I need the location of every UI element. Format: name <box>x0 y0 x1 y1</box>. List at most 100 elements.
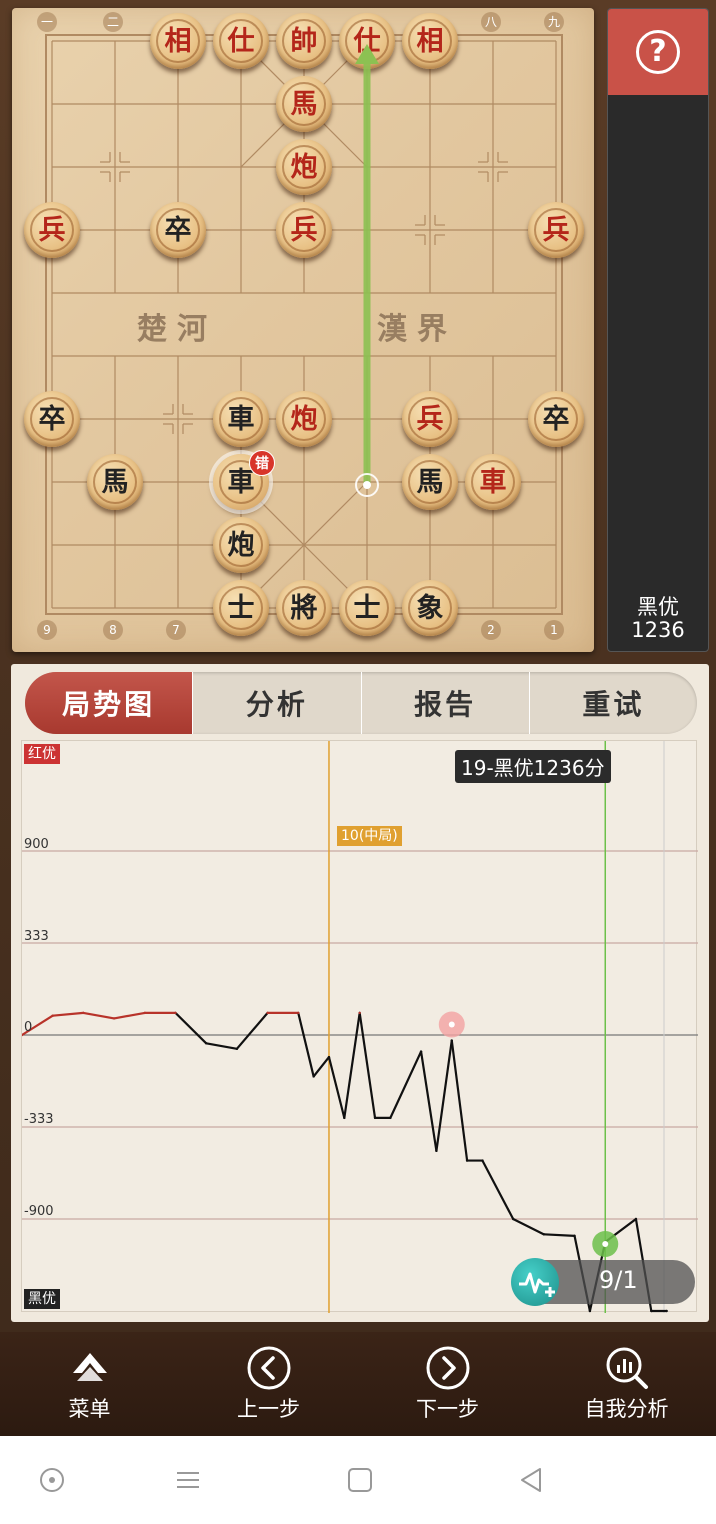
piece-label: 車 <box>227 403 255 435</box>
data-point <box>481 1159 484 1162</box>
data-point <box>174 1011 177 1015</box>
piece-label: 士 <box>353 592 381 624</box>
tab-trend-chart[interactable]: 局势图 <box>25 672 193 734</box>
back-triangle-icon <box>521 1468 541 1492</box>
y-tick-label: -900 <box>24 1204 54 1219</box>
piece-label: 兵 <box>38 214 66 246</box>
series-segment <box>205 1042 238 1050</box>
score-tooltip: 19-黑优1236分 <box>455 750 611 783</box>
self-analysis-button[interactable]: 自我分析 <box>537 1332 716 1436</box>
error-badge: 错 <box>249 450 275 476</box>
tab-bar: 局势图 分析 报告 重试 <box>25 672 697 734</box>
file-number-bottom: 9 <box>37 620 57 640</box>
data-point <box>650 1309 653 1313</box>
piece-label: 相 <box>416 25 444 57</box>
data-point <box>511 1217 515 1221</box>
y-tick-label: 0 <box>24 1020 33 1035</box>
help-button[interactable]: ? <box>608 9 708 95</box>
piece-red[interactable]: 兵 <box>276 202 332 258</box>
piece-red[interactable]: 車 <box>465 454 521 510</box>
home-button[interactable] <box>340 1460 380 1500</box>
piece-label: 卒 <box>542 403 570 435</box>
piece-label: 車 <box>227 466 255 498</box>
menu-lines-icon <box>177 1472 199 1488</box>
piece-red[interactable]: 相 <box>402 13 458 69</box>
data-point <box>542 1233 546 1236</box>
trend-chart[interactable]: 红优 黑优 900 333 0 -333 -900 10(中局) 19-黑优12… <box>21 740 698 1313</box>
tab-analysis[interactable]: 分析 <box>192 672 360 734</box>
system-nav-bar <box>0 1436 716 1524</box>
series-segment <box>389 1050 423 1119</box>
tab-report[interactable]: 报告 <box>360 672 529 734</box>
eval-score: 1236 <box>631 618 685 642</box>
data-point <box>312 1075 315 1078</box>
data-point <box>465 1159 469 1162</box>
piece-red[interactable]: 炮 <box>276 391 332 447</box>
piece-black[interactable]: 馬 <box>402 454 458 510</box>
recent-apps-button[interactable] <box>168 1460 208 1500</box>
piece-red[interactable]: 兵 <box>528 202 584 258</box>
prev-step-button[interactable]: 上一步 <box>179 1332 358 1436</box>
piece-black[interactable]: 卒 <box>150 202 206 258</box>
data-point <box>266 1011 269 1015</box>
black-advantage-tag: 黑优 <box>24 1289 60 1309</box>
data-point <box>573 1234 576 1238</box>
pager[interactable]: 9/1 <box>511 1258 695 1306</box>
data-point <box>373 1116 377 1120</box>
back-button[interactable] <box>512 1460 552 1500</box>
piece-label: 炮 <box>290 403 318 435</box>
piece-red[interactable]: 仕 <box>339 13 395 69</box>
piece-red[interactable]: 炮 <box>276 139 332 195</box>
piece-label: 兵 <box>290 214 318 246</box>
piece-black[interactable]: 士 <box>213 580 269 636</box>
circle-dot-icon <box>40 1468 64 1492</box>
piece-label: 士 <box>227 592 255 624</box>
series-segment <box>327 1056 346 1119</box>
piece-red[interactable]: 兵 <box>24 202 80 258</box>
analysis-panel: 局势图 分析 报告 重试 红优 黑优 900 333 0 -333 -900 1… <box>11 664 709 1322</box>
piece-label: 卒 <box>164 214 192 246</box>
series-segment <box>174 1011 208 1045</box>
series-segment <box>312 1056 331 1078</box>
data-point <box>634 1217 638 1221</box>
square-icon <box>348 1468 372 1492</box>
piece-black[interactable]: 士 <box>339 580 395 636</box>
eval-side: 黑优 <box>637 595 679 619</box>
series-segment <box>435 1039 453 1152</box>
file-number-top: 一 <box>37 12 57 32</box>
next-step-label: 下一步 <box>416 1397 479 1421</box>
data-point <box>143 1011 146 1015</box>
river-label-han: 漢界 <box>377 312 457 347</box>
piece-black[interactable]: 象 <box>402 580 458 636</box>
piece-red[interactable]: 帥 <box>276 13 332 69</box>
piece-black[interactable]: 炮 <box>213 517 269 573</box>
tab-retry[interactable]: 重试 <box>528 672 697 734</box>
piece-black[interactable]: 馬 <box>87 454 143 510</box>
piece-label: 炮 <box>290 151 318 183</box>
piece-black[interactable]: 將 <box>276 580 332 636</box>
piece-label: 馬 <box>416 466 444 498</box>
series-segment <box>82 1011 116 1020</box>
menu-button[interactable]: 菜单 <box>0 1332 179 1436</box>
data-point <box>665 1309 668 1313</box>
piece-black[interactable]: 車 <box>213 391 269 447</box>
piece-black[interactable]: 卒 <box>24 391 80 447</box>
file-number-top: 九 <box>544 12 564 32</box>
xiangqi-board[interactable]: 一 二 八 九 9 8 7 2 1 楚河 漢界 相仕帥仕相馬炮兵卒兵兵卒車炮兵卒… <box>12 8 594 652</box>
piece-red[interactable]: 馬 <box>276 76 332 132</box>
y-tick-label: -333 <box>24 1112 54 1127</box>
piece-black[interactable]: 卒 <box>528 391 584 447</box>
piece-red[interactable]: 相 <box>150 13 206 69</box>
menu-label: 菜单 <box>68 1397 111 1421</box>
next-step-button[interactable]: 下一步 <box>358 1332 537 1436</box>
pager-count: 9/1 <box>599 1266 638 1294</box>
data-point <box>419 1050 423 1053</box>
data-point <box>235 1047 239 1051</box>
piece-red[interactable]: 兵 <box>402 391 458 447</box>
series-segment <box>481 1159 515 1221</box>
assistant-button[interactable] <box>32 1460 72 1500</box>
highlight-marker-red-dot <box>448 1021 455 1028</box>
piece-red[interactable]: 仕 <box>213 13 269 69</box>
self-analysis-add-icon[interactable] <box>511 1258 559 1306</box>
piece-label: 象 <box>416 592 444 624</box>
